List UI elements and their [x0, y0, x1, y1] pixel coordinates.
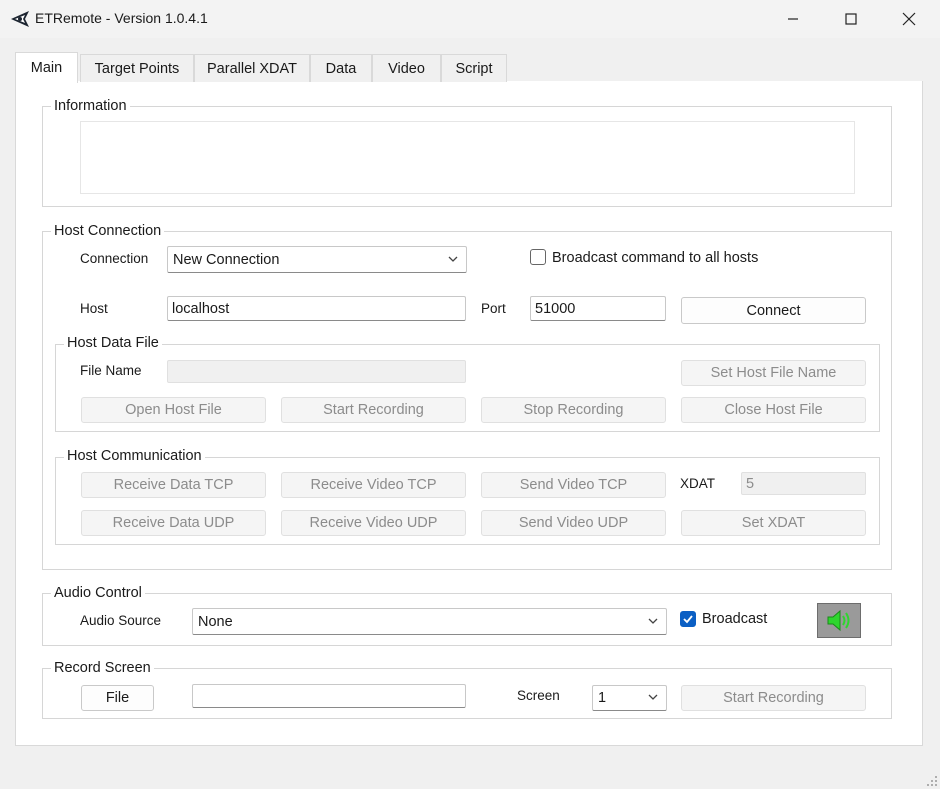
connection-select[interactable]: New Connection	[167, 246, 467, 273]
file-name-label: File Name	[80, 363, 142, 378]
open-host-file-button[interactable]: Open Host File	[81, 397, 266, 423]
window-title: ETRemote - Version 1.0.4.1	[35, 10, 208, 26]
set-host-file-name-button[interactable]: Set Host File Name	[681, 360, 866, 386]
screen-label: Screen	[517, 688, 560, 703]
close-icon	[902, 12, 916, 26]
connection-select-value: New Connection	[173, 251, 280, 268]
minimize-icon	[788, 18, 798, 20]
send-video-udp-button[interactable]: Send Video UDP	[481, 510, 666, 536]
host-input[interactable]: localhost	[167, 296, 466, 321]
audio-broadcast-checkbox[interactable]	[680, 611, 696, 627]
chevron-down-icon	[648, 694, 658, 700]
broadcast-all-hosts-label: Broadcast command to all hosts	[552, 250, 759, 266]
close-host-file-button[interactable]: Close Host File	[681, 397, 866, 423]
screen-select[interactable]: 1	[592, 685, 667, 711]
receive-video-tcp-button[interactable]: Receive Video TCP	[281, 472, 466, 498]
chevron-down-icon	[648, 618, 658, 624]
tab-script[interactable]: Script	[441, 54, 507, 82]
connect-button[interactable]: Connect	[681, 297, 866, 324]
set-xdat-button[interactable]: Set XDAT	[681, 510, 866, 536]
file-name-input[interactable]	[167, 360, 466, 383]
speaker-button[interactable]	[817, 603, 861, 638]
chevron-down-icon	[448, 256, 458, 262]
tab-video[interactable]: Video	[372, 54, 441, 82]
send-video-tcp-button[interactable]: Send Video TCP	[481, 472, 666, 498]
receive-video-udp-button[interactable]: Receive Video UDP	[281, 510, 466, 536]
broadcast-all-hosts-checkbox[interactable]	[530, 249, 546, 265]
start-recording-button[interactable]: Start Recording	[281, 397, 466, 423]
audio-source-label: Audio Source	[80, 613, 162, 628]
record-screen-legend: Record Screen	[51, 660, 154, 676]
host-communication-legend: Host Communication	[64, 448, 205, 464]
audio-broadcast-label: Broadcast	[702, 611, 768, 627]
receive-data-udp-button[interactable]: Receive Data UDP	[81, 510, 266, 536]
information-legend: Information	[51, 98, 130, 114]
app-icon	[11, 11, 29, 27]
screen-select-value: 1	[598, 690, 607, 706]
xdat-input[interactable]: 5	[741, 472, 866, 495]
host-label: Host	[80, 301, 108, 316]
record-start-recording-button[interactable]: Start Recording	[681, 685, 866, 711]
tab-parallel-xdat[interactable]: Parallel XDAT	[194, 54, 310, 82]
record-file-path-input[interactable]	[192, 684, 466, 708]
checkmark-icon	[683, 615, 693, 624]
audio-source-select[interactable]: None	[192, 608, 667, 635]
information-text-box[interactable]	[80, 121, 855, 194]
tab-target-points[interactable]: Target Points	[80, 54, 194, 82]
tab-main[interactable]: Main	[15, 52, 78, 83]
tab-data[interactable]: Data	[310, 54, 372, 82]
audio-control-legend: Audio Control	[51, 585, 145, 601]
host-data-file-legend: Host Data File	[64, 335, 162, 351]
xdat-label: XDAT	[680, 476, 716, 491]
audio-source-select-value: None	[198, 613, 233, 630]
port-input[interactable]: 51000	[530, 296, 666, 321]
connection-label: Connection	[80, 251, 149, 266]
close-window-button[interactable]	[880, 0, 938, 38]
maximize-icon	[845, 13, 857, 25]
maximize-button[interactable]	[822, 0, 880, 38]
speaker-icon	[827, 609, 850, 632]
record-file-button[interactable]: File	[81, 685, 154, 711]
host-connection-legend: Host Connection	[51, 223, 165, 239]
resize-grip-icon[interactable]	[926, 775, 938, 787]
receive-data-tcp-button[interactable]: Receive Data TCP	[81, 472, 266, 498]
stop-recording-button[interactable]: Stop Recording	[481, 397, 666, 423]
minimize-button[interactable]	[764, 0, 822, 38]
port-label: Port	[481, 301, 506, 316]
